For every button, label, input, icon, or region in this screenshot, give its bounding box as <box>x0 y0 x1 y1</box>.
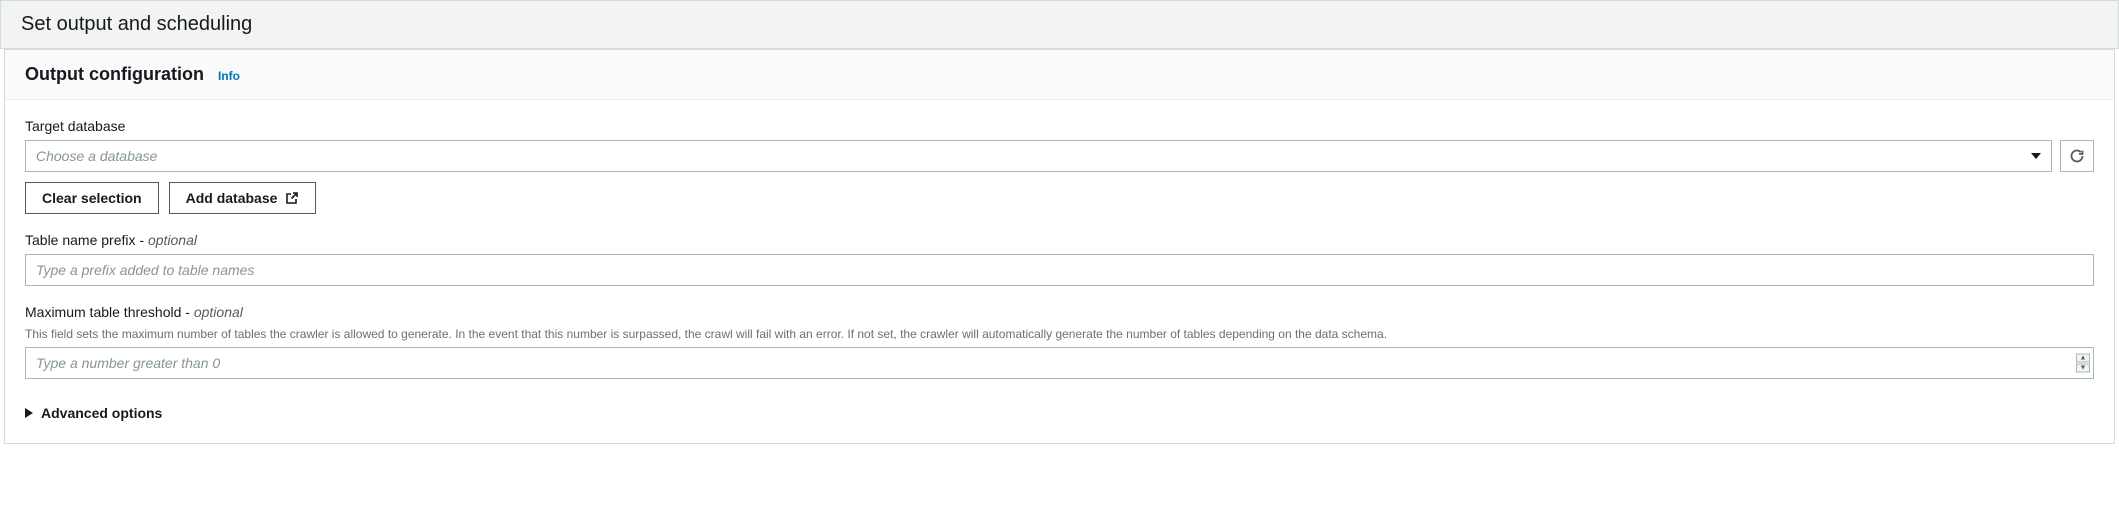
max-threshold-optional: optional <box>194 304 243 320</box>
refresh-button[interactable] <box>2060 140 2094 172</box>
add-database-label: Add database <box>186 190 278 206</box>
max-threshold-field: Maximum table threshold - optional This … <box>25 304 2094 379</box>
table-prefix-optional: optional <box>148 232 197 248</box>
advanced-options-toggle[interactable]: Advanced options <box>25 405 2094 421</box>
chevron-down-icon <box>2031 153 2041 159</box>
external-link-icon <box>285 191 299 205</box>
caret-right-icon <box>25 408 33 418</box>
advanced-options-label: Advanced options <box>41 405 162 421</box>
target-database-select[interactable]: Choose a database <box>25 140 2052 172</box>
target-database-placeholder: Choose a database <box>36 148 157 164</box>
page-title: Set output and scheduling <box>21 13 2098 36</box>
table-prefix-label: Table name prefix - optional <box>25 232 2094 248</box>
spinner-down-button[interactable]: ▼ <box>2076 363 2090 372</box>
page-header: Set output and scheduling <box>0 0 2119 49</box>
max-threshold-label-text: Maximum table threshold - <box>25 304 194 320</box>
clear-selection-button[interactable]: Clear selection <box>25 182 159 214</box>
panel-body: Target database Choose a database <box>5 100 2114 443</box>
number-spinner: ▲ ▼ <box>2076 353 2090 372</box>
panel-title: Output configuration <box>25 64 204 85</box>
panel-header: Output configuration Info <box>5 50 2114 100</box>
target-database-label: Target database <box>25 118 2094 134</box>
max-threshold-label: Maximum table threshold - optional <box>25 304 2094 320</box>
spinner-up-button[interactable]: ▲ <box>2076 353 2090 362</box>
table-prefix-label-text: Table name prefix - <box>25 232 148 248</box>
target-database-field: Target database Choose a database <box>25 118 2094 214</box>
add-database-button[interactable]: Add database <box>169 182 317 214</box>
refresh-icon <box>2069 148 2085 164</box>
output-config-panel: Output configuration Info Target databas… <box>4 49 2115 444</box>
table-prefix-input[interactable] <box>25 254 2094 286</box>
chevron-up-icon: ▲ <box>2080 354 2087 361</box>
info-link[interactable]: Info <box>218 69 240 83</box>
max-threshold-hint: This field sets the maximum number of ta… <box>25 326 2094 343</box>
max-threshold-input[interactable] <box>25 347 2094 379</box>
clear-selection-label: Clear selection <box>42 190 142 206</box>
chevron-down-icon: ▼ <box>2080 364 2087 371</box>
table-prefix-field: Table name prefix - optional <box>25 232 2094 286</box>
